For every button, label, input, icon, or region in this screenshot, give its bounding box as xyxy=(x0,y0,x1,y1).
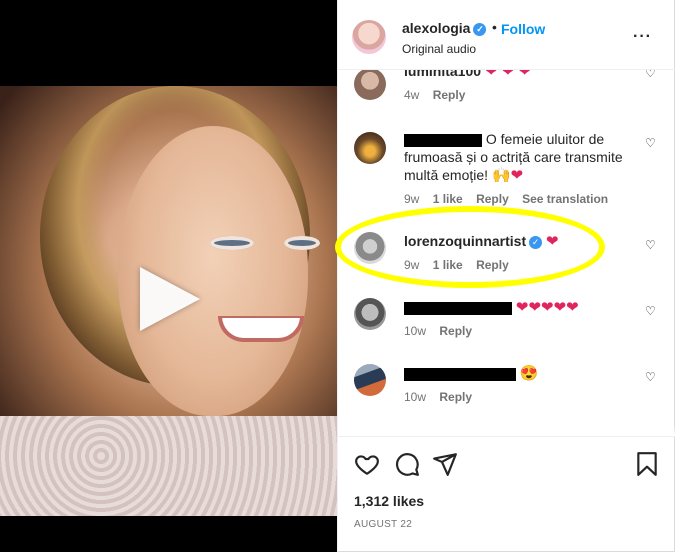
comment-meta: 10w Reply xyxy=(404,390,482,404)
avatar[interactable] xyxy=(352,20,386,54)
reply-button[interactable]: Reply xyxy=(439,324,472,338)
verified-badge-icon: ✓ xyxy=(473,22,487,36)
like-comment-heart-icon[interactable]: ♡ xyxy=(645,304,656,318)
highlight-annotation xyxy=(335,206,605,288)
like-comment-heart-icon[interactable]: ♡ xyxy=(645,238,656,252)
reply-button[interactable]: Reply xyxy=(476,192,509,206)
comment-text: 😍 xyxy=(404,364,634,383)
comment-text: ❤❤❤❤❤ xyxy=(404,298,634,317)
comment-bubble-icon[interactable] xyxy=(394,451,420,477)
video-eye-right xyxy=(284,236,320,250)
username-text[interactable]: alexologia xyxy=(402,20,470,36)
redaction-bar xyxy=(404,133,482,147)
separator-dot: • xyxy=(492,19,497,35)
see-translation-button[interactable]: See translation xyxy=(522,192,608,206)
like-comment-heart-icon[interactable]: ♡ xyxy=(645,370,656,384)
share-send-icon[interactable] xyxy=(432,451,458,477)
like-comment-heart-icon[interactable]: ♡ xyxy=(645,70,656,80)
comment-text: luminita100 ❤ ❤ ❤ xyxy=(404,70,634,81)
comment-avatar[interactable] xyxy=(354,132,386,164)
more-horizontal-icon[interactable]: ··· xyxy=(633,28,652,46)
likes-count[interactable]: 1,312 likes xyxy=(354,493,424,509)
audio-link[interactable]: Original audio xyxy=(402,42,476,56)
bookmark-icon[interactable] xyxy=(634,451,660,477)
video-mouth xyxy=(218,316,304,342)
comment-likes[interactable]: 1 like xyxy=(433,192,463,206)
like-heart-icon[interactable] xyxy=(354,451,380,477)
comment-meta: 10w Reply xyxy=(404,324,482,338)
comment-meta: 9w 1 like Reply See translation xyxy=(404,192,618,206)
comment-age: 10w xyxy=(404,324,427,338)
comment-avatar[interactable] xyxy=(354,364,386,396)
post-header: alexologia ✓ • Follow Original audio ··· xyxy=(338,0,675,70)
comment-age: 4w xyxy=(404,88,420,102)
comment-emoji: 🙌❤ xyxy=(491,167,524,184)
comment-avatar[interactable] xyxy=(354,298,386,330)
comment-emoji: ❤❤❤❤❤ xyxy=(515,299,579,316)
video-collar xyxy=(0,416,337,516)
comment-text: O femeie uluitor de frumoasă și o actriț… xyxy=(404,130,634,185)
comment-emoji: ❤ ❤ ❤ xyxy=(484,70,531,80)
post-date: AUGUST 22 xyxy=(354,519,413,530)
redaction-bar xyxy=(404,367,516,381)
reply-button[interactable]: Reply xyxy=(439,390,472,404)
post-modal: alexologia ✓ • Follow Original audio ··· … xyxy=(0,0,675,552)
header-username[interactable]: alexologia ✓ xyxy=(402,20,487,36)
video-player[interactable] xyxy=(0,0,337,552)
comment-avatar[interactable] xyxy=(354,70,386,100)
comment-age: 9w xyxy=(404,192,420,206)
post-actions: 1,312 likes AUGUST 22 xyxy=(338,436,675,552)
follow-button[interactable]: Follow xyxy=(501,21,545,37)
comment-meta: 4w Reply xyxy=(404,88,475,102)
redaction-bar xyxy=(404,301,512,315)
scroll-fade xyxy=(338,426,675,436)
reply-button[interactable]: Reply xyxy=(433,88,466,102)
comment-username[interactable]: luminita100 xyxy=(404,70,481,79)
comment-age: 10w xyxy=(404,390,427,404)
like-comment-heart-icon[interactable]: ♡ xyxy=(645,136,656,150)
video-eye-left xyxy=(210,236,254,250)
comment-emoji: 😍 xyxy=(519,365,539,382)
play-icon[interactable] xyxy=(140,267,200,331)
